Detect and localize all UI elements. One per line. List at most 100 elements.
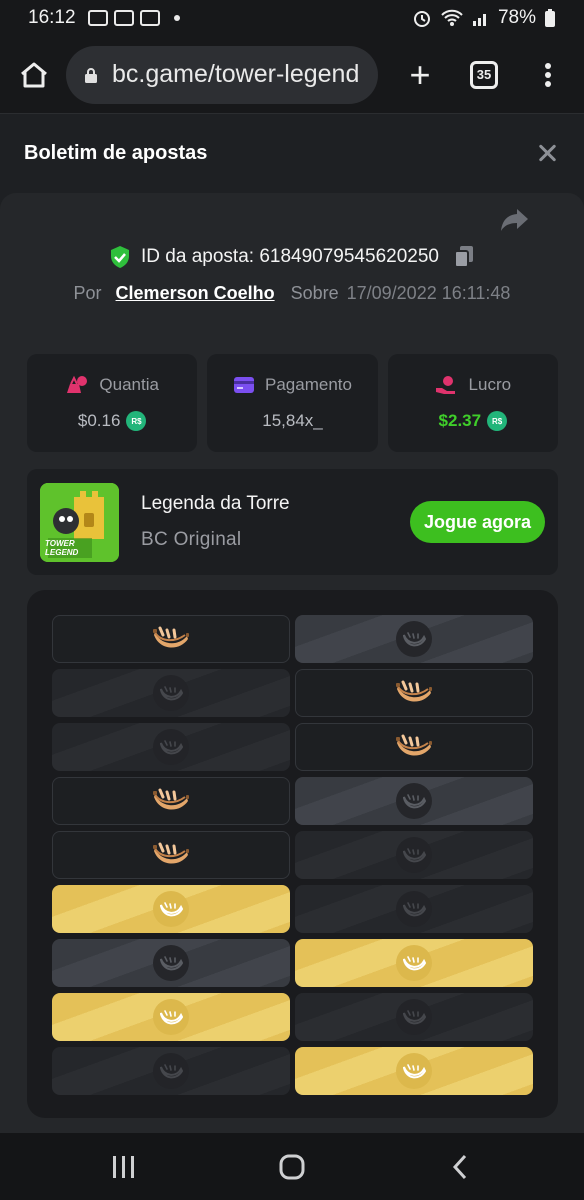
- banana-token-icon: [153, 999, 189, 1035]
- on-label: Sobre: [290, 283, 339, 303]
- banana-token-icon: [396, 621, 432, 657]
- back-chevron-icon: [452, 1154, 467, 1179]
- tower-tile-banana: [295, 669, 533, 717]
- payout-value: 15,84x_: [262, 411, 323, 430]
- profit-value: $2.37: [438, 411, 482, 430]
- signal-icon: [472, 14, 486, 26]
- status-time: 16:12: [28, 7, 76, 28]
- url-text: bc.game/tower-legend: [112, 60, 360, 88]
- bet-stats: Quantia $0.16 R$ Pagamento 15,84x_ Lucro…: [27, 354, 558, 452]
- tower-tile-banana: [295, 723, 533, 771]
- stat-payout: Pagamento 15,84x_: [207, 354, 378, 452]
- browser-menu-button[interactable]: [516, 43, 580, 107]
- banana-icon: [152, 624, 190, 655]
- tabs-button[interactable]: 35: [452, 43, 516, 107]
- battery-level: 78%: [497, 7, 536, 28]
- new-tab-button[interactable]: +: [388, 43, 452, 107]
- money-bag-icon: [67, 375, 88, 393]
- plus-icon: +: [409, 53, 431, 95]
- game-provider: BC Original: [141, 529, 242, 550]
- card-icon: [234, 377, 255, 393]
- tower-tile-dark: [52, 1047, 290, 1095]
- wifi-icon: [441, 9, 463, 26]
- tab-count: 35: [470, 60, 498, 89]
- payout-label: Pagamento: [265, 375, 352, 394]
- banana-icon: [395, 732, 433, 763]
- brl-coin-icon: R$: [487, 411, 508, 431]
- tower-tile-gold: [52, 885, 290, 933]
- game-thumbnail[interactable]: TOWER LEGEND: [40, 482, 119, 562]
- banana-token-icon: [396, 837, 432, 873]
- tower-tile-banana: [52, 615, 290, 663]
- modal-header: Boletim de apostas: [0, 115, 584, 191]
- tower-tile-dark: [295, 885, 533, 933]
- share-icon[interactable]: [500, 207, 530, 233]
- tower-tile-gold: [295, 939, 533, 987]
- banana-icon: [395, 678, 433, 709]
- game-thumb-text: TOWER LEGEND: [45, 538, 79, 557]
- tower-tile-banana: [52, 777, 290, 825]
- tower-tile-dark: [52, 669, 290, 717]
- game-row: TOWER LEGEND Legenda da Torre BC Origina…: [27, 469, 558, 575]
- home-button[interactable]: [2, 43, 66, 107]
- home-icon: [21, 62, 47, 87]
- back-button[interactable]: [430, 1137, 490, 1197]
- tower-tile-grey: [295, 615, 533, 663]
- banana-token-icon: [396, 999, 432, 1035]
- tower-tile-gold: [295, 1047, 533, 1095]
- copy-icon[interactable]: [453, 245, 475, 269]
- amount-value: $0.16: [77, 411, 121, 430]
- youtube-icon: [113, 10, 134, 26]
- banana-token-icon: [396, 1053, 432, 1089]
- stat-profit: Lucro $2.37 R$: [387, 354, 558, 452]
- close-button[interactable]: [534, 140, 560, 166]
- status-right: 78%: [412, 7, 556, 29]
- by-label: Por: [73, 283, 102, 303]
- verified-shield-icon: [111, 246, 130, 268]
- tower-tile-dark: [295, 831, 533, 879]
- battery-icon: [545, 9, 555, 27]
- kebab-menu-icon: [545, 62, 551, 87]
- system-nav-bar: [0, 1133, 584, 1200]
- bet-id: ID da aposta: 61849079545620250: [141, 246, 439, 267]
- profit-hand-icon: [435, 376, 455, 394]
- browser-toolbar: bc.game/tower-legend + 35: [0, 36, 584, 114]
- stat-amount: Quantia $0.16 R$: [27, 354, 198, 452]
- tower-tile-dark: [295, 993, 533, 1041]
- banana-token-icon: [153, 891, 189, 927]
- banana-icon: [152, 840, 190, 871]
- bet-id-row: ID da aposta: 61849079545620250: [0, 245, 584, 269]
- notification-icon: [87, 10, 108, 26]
- address-bar[interactable]: bc.game/tower-legend: [66, 45, 378, 104]
- tower-tile-grey: [52, 939, 290, 987]
- play-now-button[interactable]: Jogue agora: [409, 501, 545, 543]
- modal-title: Boletim de apostas: [24, 141, 208, 164]
- tower-tile-grey: [295, 777, 533, 825]
- home-circle-icon: [279, 1154, 305, 1179]
- notification-icons: [87, 10, 180, 26]
- banana-token-icon: [153, 675, 189, 711]
- alarm-icon: [413, 11, 430, 27]
- bet-datetime: 17/09/2022 16:11:48: [346, 283, 511, 303]
- recent-apps-button[interactable]: [94, 1137, 154, 1197]
- banana-token-icon: [153, 1053, 189, 1089]
- profit-label: Lucro: [468, 375, 512, 394]
- game-name: Legenda da Torre: [141, 493, 290, 514]
- player-name-link[interactable]: Clemerson Coelho: [116, 283, 275, 304]
- recent-apps-icon: [113, 1155, 134, 1178]
- tower-tile-gold: [52, 993, 290, 1041]
- lock-icon: [85, 67, 97, 83]
- home-nav-button[interactable]: [262, 1137, 322, 1197]
- tower-tile-dark: [52, 723, 290, 771]
- more-notifications-icon: [173, 15, 180, 21]
- banana-token-icon: [153, 729, 189, 765]
- bet-slip-card: ID da aposta: 61849079545620250 Por Clem…: [0, 193, 584, 1133]
- banana-token-icon: [396, 783, 432, 819]
- banana-icon: [152, 786, 190, 817]
- mail-icon: [139, 10, 160, 26]
- amount-label: Quantia: [99, 375, 159, 394]
- brl-coin-icon: R$: [126, 411, 147, 431]
- status-bar: 16:12 78%: [0, 0, 584, 36]
- tower-grid: [52, 615, 533, 1095]
- banana-token-icon: [153, 945, 189, 981]
